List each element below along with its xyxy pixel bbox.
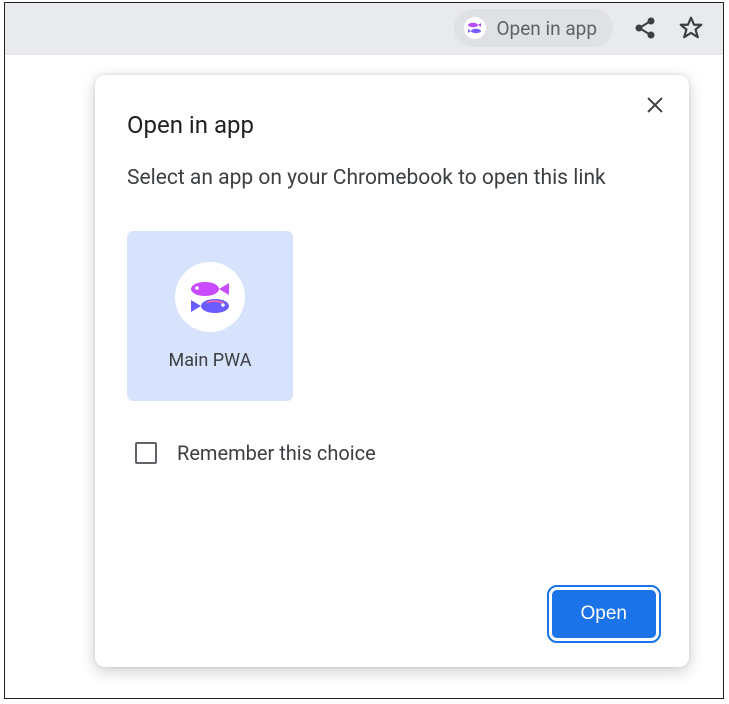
- remember-row: Remember this choice: [127, 441, 657, 465]
- app-tile-label: Main PWA: [169, 350, 252, 371]
- app-icon: [464, 17, 486, 39]
- open-in-app-chip[interactable]: Open in app: [454, 9, 613, 47]
- star-icon[interactable]: [677, 14, 705, 42]
- omnibox-bar: Open in app: [5, 3, 723, 55]
- app-tile-main-pwa[interactable]: Main PWA: [127, 231, 293, 401]
- fish-icon: [175, 262, 245, 332]
- app-list: Main PWA: [127, 231, 657, 401]
- remember-checkbox[interactable]: [135, 442, 157, 464]
- share-icon[interactable]: [631, 14, 659, 42]
- open-in-app-dialog: Open in app Select an app on your Chrome…: [95, 75, 689, 667]
- chip-label: Open in app: [496, 17, 597, 40]
- open-button[interactable]: Open: [551, 589, 657, 639]
- dialog-subtitle: Select an app on your Chromebook to open…: [127, 163, 637, 193]
- dialog-title: Open in app: [127, 111, 657, 139]
- close-icon[interactable]: [639, 89, 671, 121]
- remember-label: Remember this choice: [177, 441, 376, 465]
